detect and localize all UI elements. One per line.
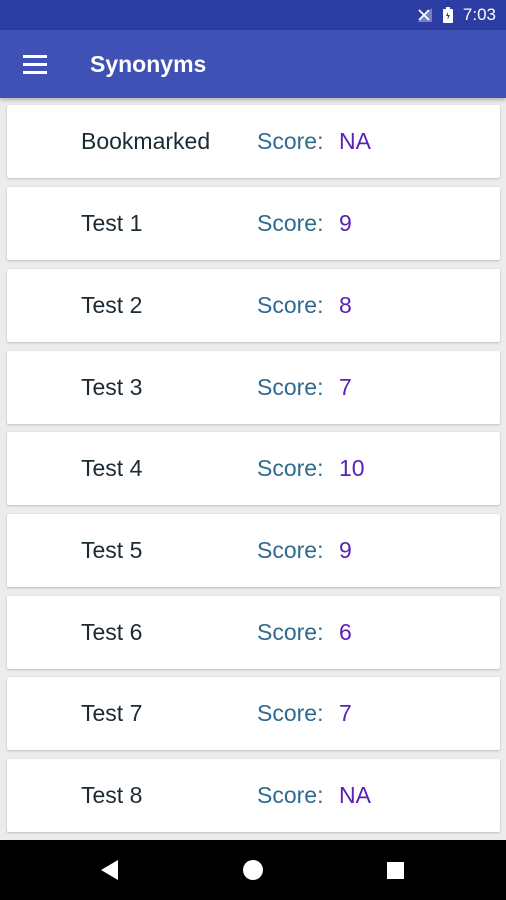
score-label: Score: xyxy=(257,210,324,236)
score-label: Score: xyxy=(257,619,324,645)
score-value: 6 xyxy=(339,619,352,645)
score-value: 8 xyxy=(339,292,352,318)
score-value: 7 xyxy=(339,374,352,400)
list-item-bookmarked[interactable]: Bookmarked Score: NA xyxy=(7,105,500,178)
recents-icon[interactable] xyxy=(366,840,426,900)
score-value: NA xyxy=(339,782,371,808)
score-label: Score: xyxy=(257,455,324,481)
signal-off-icon xyxy=(417,8,432,22)
list-item-test-1[interactable]: Test 1 Score: 9 xyxy=(7,187,500,260)
list-item-title: Test 7 xyxy=(81,700,143,726)
list-item-title: Test 1 xyxy=(81,210,143,236)
test-list: Bookmarked Score: NA Test 1 Score: 9 Tes… xyxy=(0,98,506,840)
page-title: Synonyms xyxy=(90,51,207,77)
battery-icon xyxy=(442,7,453,23)
score-label: Score: xyxy=(257,292,324,318)
list-item-title: Test 8 xyxy=(81,782,143,808)
list-item-title: Test 5 xyxy=(81,537,143,563)
list-item-title: Test 4 xyxy=(81,455,143,481)
list-item-test-6[interactable]: Test 6 Score: 6 xyxy=(7,596,500,669)
hamburger-menu-icon[interactable] xyxy=(18,50,52,78)
score-value: NA xyxy=(339,128,371,154)
back-icon[interactable] xyxy=(80,840,140,900)
score-label: Score: xyxy=(257,700,324,726)
score-value: 7 xyxy=(339,700,352,726)
score-label: Score: xyxy=(257,537,324,563)
list-item-title: Test 3 xyxy=(81,374,143,400)
system-nav-bar xyxy=(0,840,506,900)
list-item-test-8[interactable]: Test 8 Score: NA xyxy=(7,759,500,832)
status-time: 7:03 xyxy=(462,5,496,24)
score-label: Score: xyxy=(257,374,324,400)
list-item-test-4[interactable]: Test 4 Score: 10 xyxy=(7,432,500,505)
list-item-title: Test 6 xyxy=(81,619,143,645)
score-value: 9 xyxy=(339,210,352,236)
score-label: Score: xyxy=(257,128,324,154)
status-icons: 7:03 xyxy=(417,0,496,30)
list-item-title: Test 2 xyxy=(81,292,143,318)
score-value: 10 xyxy=(339,455,365,481)
score-label: Score: xyxy=(257,782,324,808)
app-bar: Synonyms xyxy=(0,30,506,98)
list-item-test-5[interactable]: Test 5 Score: 9 xyxy=(7,514,500,587)
list-item-test-2[interactable]: Test 2 Score: 8 xyxy=(7,269,500,342)
list-item-title: Bookmarked xyxy=(81,128,211,154)
home-icon[interactable] xyxy=(223,840,283,900)
status-bar: 7:03 xyxy=(0,0,506,30)
list-item-test-7[interactable]: Test 7 Score: 7 xyxy=(7,677,500,750)
list-item-test-3[interactable]: Test 3 Score: 7 xyxy=(7,351,500,424)
score-value: 9 xyxy=(339,537,352,563)
